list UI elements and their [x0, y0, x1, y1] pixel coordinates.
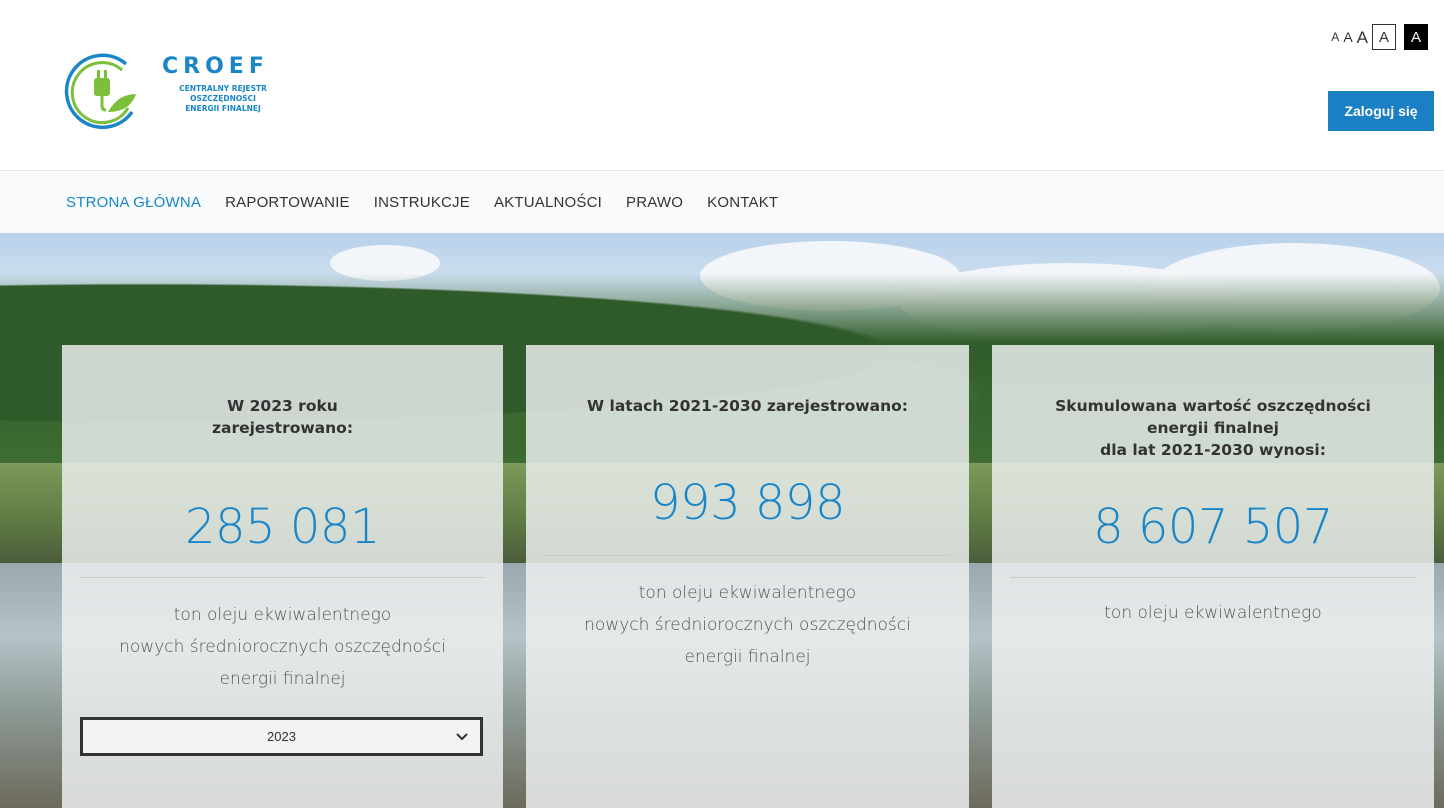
nav-item-law[interactable]: PRAWO	[626, 194, 683, 211]
card-divider	[1010, 577, 1416, 578]
font-size-medium-button[interactable]: A	[1343, 30, 1352, 44]
logo[interactable]: CROEF CENTRALNY REJESTR OSZCZĘDNOŚCI ENE…	[64, 50, 294, 130]
hero-section: W 2023 roku zarejestrowano: 285 081 ton …	[0, 233, 1444, 808]
login-button[interactable]: Zaloguj się	[1328, 91, 1434, 131]
main-nav: STRONA GŁÓWNA RAPORTOWANIE INSTRUKCJE AK…	[0, 170, 1444, 233]
contrast-high-button[interactable]: A	[1404, 24, 1428, 50]
card-value: 8 607 507	[1093, 499, 1333, 555]
nav-item-contact[interactable]: KONTAKT	[707, 194, 778, 211]
font-size-large-button[interactable]: A	[1357, 29, 1368, 46]
stat-card-period: W latach 2021-2030 zarejestrowano: 993 8…	[526, 345, 969, 808]
contrast-normal-button[interactable]: A	[1372, 24, 1396, 50]
font-size-small-button[interactable]: A	[1331, 31, 1339, 43]
card-heading: W 2023 roku zarejestrowano:	[211, 397, 354, 437]
nav-item-instructions[interactable]: INSTRUKCJE	[374, 194, 470, 211]
card-description: ton oleju ekwiwalentnego	[1104, 603, 1322, 623]
chevron-down-icon	[456, 733, 468, 741]
nav-item-reporting[interactable]: RAPORTOWANIE	[225, 194, 350, 211]
card-description: ton oleju ekwiwalentnego nowych średnior…	[119, 605, 446, 689]
site-header: CROEF CENTRALNY REJESTR OSZCZĘDNOŚCI ENE…	[0, 0, 1444, 170]
card-divider	[544, 555, 951, 556]
card-heading: W latach 2021-2030 zarejestrowano:	[587, 397, 908, 415]
plug-leaf-icon	[64, 53, 136, 130]
card-description: ton oleju ekwiwalentnego nowych średnior…	[584, 583, 911, 667]
logo-title: CROEF	[162, 54, 269, 79]
stat-card-year: W 2023 roku zarejestrowano: 285 081 ton …	[62, 345, 503, 808]
font-size-controls: A A A A A	[1331, 24, 1428, 50]
stat-card-cumulative: Skumulowana wartość oszczędności energii…	[992, 345, 1434, 808]
card-value: 285 081	[185, 499, 381, 555]
year-select[interactable]: 2023	[80, 717, 483, 756]
nav-item-news[interactable]: AKTUALNOŚCI	[494, 194, 602, 211]
card-divider	[80, 577, 485, 578]
card-heading: Skumulowana wartość oszczędności energii…	[1055, 397, 1371, 459]
logo-subtitle: CENTRALNY REJESTR OSZCZĘDNOŚCI ENERGII F…	[179, 84, 267, 113]
nav-item-home[interactable]: STRONA GŁÓWNA	[66, 194, 201, 211]
card-value: 993 898	[650, 475, 846, 531]
year-select-value: 2023	[267, 729, 296, 744]
